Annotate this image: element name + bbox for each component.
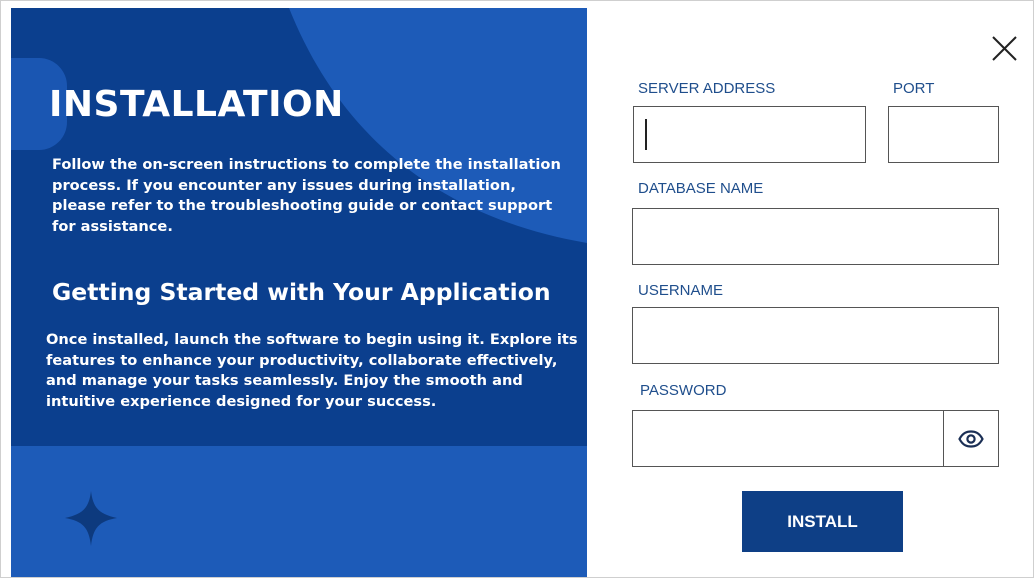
text-caret [645, 119, 647, 150]
password-label: PASSWORD [640, 382, 727, 399]
install-button[interactable]: INSTALL [742, 491, 903, 552]
eye-icon [958, 429, 984, 448]
database-name-label: DATABASE NAME [638, 180, 764, 197]
close-icon [992, 36, 1017, 61]
username-input[interactable] [632, 307, 999, 364]
port-input[interactable] [888, 106, 999, 163]
server-address-input[interactable] [633, 106, 866, 163]
database-name-input[interactable] [632, 208, 999, 265]
password-input[interactable] [632, 410, 944, 467]
panel-subtitle: Getting Started with Your Application [52, 278, 551, 306]
body-text: Once installed, launch the software to b… [46, 331, 578, 410]
show-password-toggle[interactable] [943, 410, 999, 467]
info-panel: INSTALLATION Follow the on-screen instru… [11, 8, 587, 577]
intro-text: Follow the on-screen instructions to com… [52, 156, 561, 235]
close-button[interactable] [987, 34, 1019, 66]
port-label: PORT [893, 80, 935, 97]
installation-dialog: INSTALLATION Follow the on-screen instru… [0, 0, 1034, 578]
server-address-label: SERVER ADDRESS [638, 80, 776, 97]
panel-title: INSTALLATION [49, 84, 344, 125]
username-label: USERNAME [638, 282, 724, 299]
